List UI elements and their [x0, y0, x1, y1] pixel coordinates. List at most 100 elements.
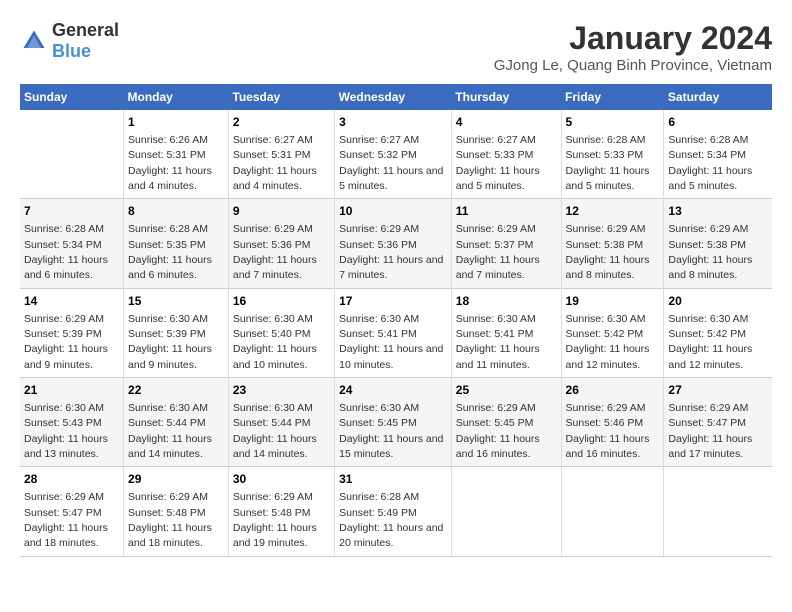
sunrise-text: Sunrise: 6:30 AM	[566, 313, 646, 325]
day-cell: 20Sunrise: 6:30 AMSunset: 5:42 PMDayligh…	[664, 288, 772, 377]
day-cell: 6Sunrise: 6:28 AMSunset: 5:34 PMDaylight…	[664, 110, 772, 199]
sunrise-text: Sunrise: 6:30 AM	[233, 313, 313, 325]
logo: General Blue	[20, 20, 119, 62]
day-number: 3	[339, 114, 447, 131]
day-cell: 14Sunrise: 6:29 AMSunset: 5:39 PMDayligh…	[20, 288, 124, 377]
sunset-text: Sunset: 5:44 PM	[233, 417, 311, 429]
day-cell: 7Sunrise: 6:28 AMSunset: 5:34 PMDaylight…	[20, 199, 124, 288]
header-cell-wednesday: Wednesday	[335, 84, 452, 110]
day-number: 26	[566, 382, 660, 399]
day-number: 8	[128, 203, 224, 220]
day-cell	[20, 110, 124, 199]
daylight-text: Daylight: 11 hours and 17 minutes.	[668, 433, 752, 460]
daylight-text: Daylight: 11 hours and 10 minutes.	[339, 343, 443, 370]
header-cell-monday: Monday	[124, 84, 229, 110]
week-row-1: 1Sunrise: 6:26 AMSunset: 5:31 PMDaylight…	[20, 110, 772, 199]
daylight-text: Daylight: 11 hours and 16 minutes.	[456, 433, 540, 460]
sunset-text: Sunset: 5:38 PM	[668, 239, 746, 251]
sunrise-text: Sunrise: 6:28 AM	[566, 134, 646, 146]
daylight-text: Daylight: 11 hours and 5 minutes.	[566, 165, 650, 192]
day-number: 31	[339, 471, 447, 488]
day-number: 10	[339, 203, 447, 220]
sunrise-text: Sunrise: 6:28 AM	[128, 223, 208, 235]
day-number: 20	[668, 293, 768, 310]
daylight-text: Daylight: 11 hours and 6 minutes.	[128, 254, 212, 281]
day-number: 17	[339, 293, 447, 310]
day-number: 13	[668, 203, 768, 220]
day-cell: 28Sunrise: 6:29 AMSunset: 5:47 PMDayligh…	[20, 467, 124, 556]
daylight-text: Daylight: 11 hours and 13 minutes.	[24, 433, 108, 460]
day-number: 1	[128, 114, 224, 131]
sunrise-text: Sunrise: 6:28 AM	[668, 134, 748, 146]
calendar-title: January 2024	[494, 20, 772, 57]
sunrise-text: Sunrise: 6:27 AM	[339, 134, 419, 146]
header-cell-tuesday: Tuesday	[228, 84, 334, 110]
daylight-text: Daylight: 11 hours and 4 minutes.	[128, 165, 212, 192]
sunrise-text: Sunrise: 6:29 AM	[668, 223, 748, 235]
header-cell-sunday: Sunday	[20, 84, 124, 110]
day-cell: 26Sunrise: 6:29 AMSunset: 5:46 PMDayligh…	[561, 378, 664, 467]
day-cell: 2Sunrise: 6:27 AMSunset: 5:31 PMDaylight…	[228, 110, 334, 199]
day-number: 29	[128, 471, 224, 488]
sunrise-text: Sunrise: 6:30 AM	[128, 313, 208, 325]
week-row-3: 14Sunrise: 6:29 AMSunset: 5:39 PMDayligh…	[20, 288, 772, 377]
daylight-text: Daylight: 11 hours and 10 minutes.	[233, 343, 317, 370]
daylight-text: Daylight: 11 hours and 7 minutes.	[233, 254, 317, 281]
sunset-text: Sunset: 5:46 PM	[566, 417, 644, 429]
sunset-text: Sunset: 5:33 PM	[456, 149, 534, 161]
daylight-text: Daylight: 11 hours and 20 minutes.	[339, 522, 443, 549]
daylight-text: Daylight: 11 hours and 14 minutes.	[233, 433, 317, 460]
sunset-text: Sunset: 5:35 PM	[128, 239, 206, 251]
day-cell: 30Sunrise: 6:29 AMSunset: 5:48 PMDayligh…	[228, 467, 334, 556]
daylight-text: Daylight: 11 hours and 15 minutes.	[339, 433, 443, 460]
daylight-text: Daylight: 11 hours and 12 minutes.	[668, 343, 752, 370]
daylight-text: Daylight: 11 hours and 6 minutes.	[24, 254, 108, 281]
sunset-text: Sunset: 5:38 PM	[566, 239, 644, 251]
day-cell: 11Sunrise: 6:29 AMSunset: 5:37 PMDayligh…	[451, 199, 561, 288]
page-header: General Blue January 2024 GJong Le, Quan…	[20, 20, 772, 74]
sunset-text: Sunset: 5:41 PM	[456, 328, 534, 340]
day-cell: 18Sunrise: 6:30 AMSunset: 5:41 PMDayligh…	[451, 288, 561, 377]
sunset-text: Sunset: 5:45 PM	[456, 417, 534, 429]
day-number: 12	[566, 203, 660, 220]
sunrise-text: Sunrise: 6:29 AM	[24, 491, 104, 503]
week-row-2: 7Sunrise: 6:28 AMSunset: 5:34 PMDaylight…	[20, 199, 772, 288]
day-cell: 16Sunrise: 6:30 AMSunset: 5:40 PMDayligh…	[228, 288, 334, 377]
sunset-text: Sunset: 5:39 PM	[128, 328, 206, 340]
day-cell: 12Sunrise: 6:29 AMSunset: 5:38 PMDayligh…	[561, 199, 664, 288]
day-cell: 23Sunrise: 6:30 AMSunset: 5:44 PMDayligh…	[228, 378, 334, 467]
day-cell: 17Sunrise: 6:30 AMSunset: 5:41 PMDayligh…	[335, 288, 452, 377]
sunset-text: Sunset: 5:42 PM	[566, 328, 644, 340]
header-row: SundayMondayTuesdayWednesdayThursdayFrid…	[20, 84, 772, 110]
sunrise-text: Sunrise: 6:29 AM	[128, 491, 208, 503]
sunset-text: Sunset: 5:45 PM	[339, 417, 417, 429]
sunset-text: Sunset: 5:36 PM	[233, 239, 311, 251]
sunset-text: Sunset: 5:48 PM	[128, 507, 206, 519]
sunset-text: Sunset: 5:36 PM	[339, 239, 417, 251]
calendar-header: SundayMondayTuesdayWednesdayThursdayFrid…	[20, 84, 772, 110]
sunset-text: Sunset: 5:48 PM	[233, 507, 311, 519]
day-number: 7	[24, 203, 119, 220]
day-number: 2	[233, 114, 330, 131]
day-number: 22	[128, 382, 224, 399]
sunrise-text: Sunrise: 6:29 AM	[566, 402, 646, 414]
logo-icon	[20, 27, 48, 55]
logo-general: General	[52, 20, 119, 40]
sunrise-text: Sunrise: 6:30 AM	[24, 402, 104, 414]
sunset-text: Sunset: 5:37 PM	[456, 239, 534, 251]
sunrise-text: Sunrise: 6:29 AM	[24, 313, 104, 325]
daylight-text: Daylight: 11 hours and 18 minutes.	[24, 522, 108, 549]
sunrise-text: Sunrise: 6:27 AM	[456, 134, 536, 146]
sunset-text: Sunset: 5:41 PM	[339, 328, 417, 340]
sunrise-text: Sunrise: 6:29 AM	[566, 223, 646, 235]
day-cell: 9Sunrise: 6:29 AMSunset: 5:36 PMDaylight…	[228, 199, 334, 288]
day-number: 21	[24, 382, 119, 399]
daylight-text: Daylight: 11 hours and 9 minutes.	[24, 343, 108, 370]
day-cell: 25Sunrise: 6:29 AMSunset: 5:45 PMDayligh…	[451, 378, 561, 467]
sunset-text: Sunset: 5:47 PM	[668, 417, 746, 429]
daylight-text: Daylight: 11 hours and 5 minutes.	[668, 165, 752, 192]
sunrise-text: Sunrise: 6:29 AM	[456, 402, 536, 414]
day-cell: 3Sunrise: 6:27 AMSunset: 5:32 PMDaylight…	[335, 110, 452, 199]
sunset-text: Sunset: 5:31 PM	[128, 149, 206, 161]
daylight-text: Daylight: 11 hours and 11 minutes.	[456, 343, 540, 370]
